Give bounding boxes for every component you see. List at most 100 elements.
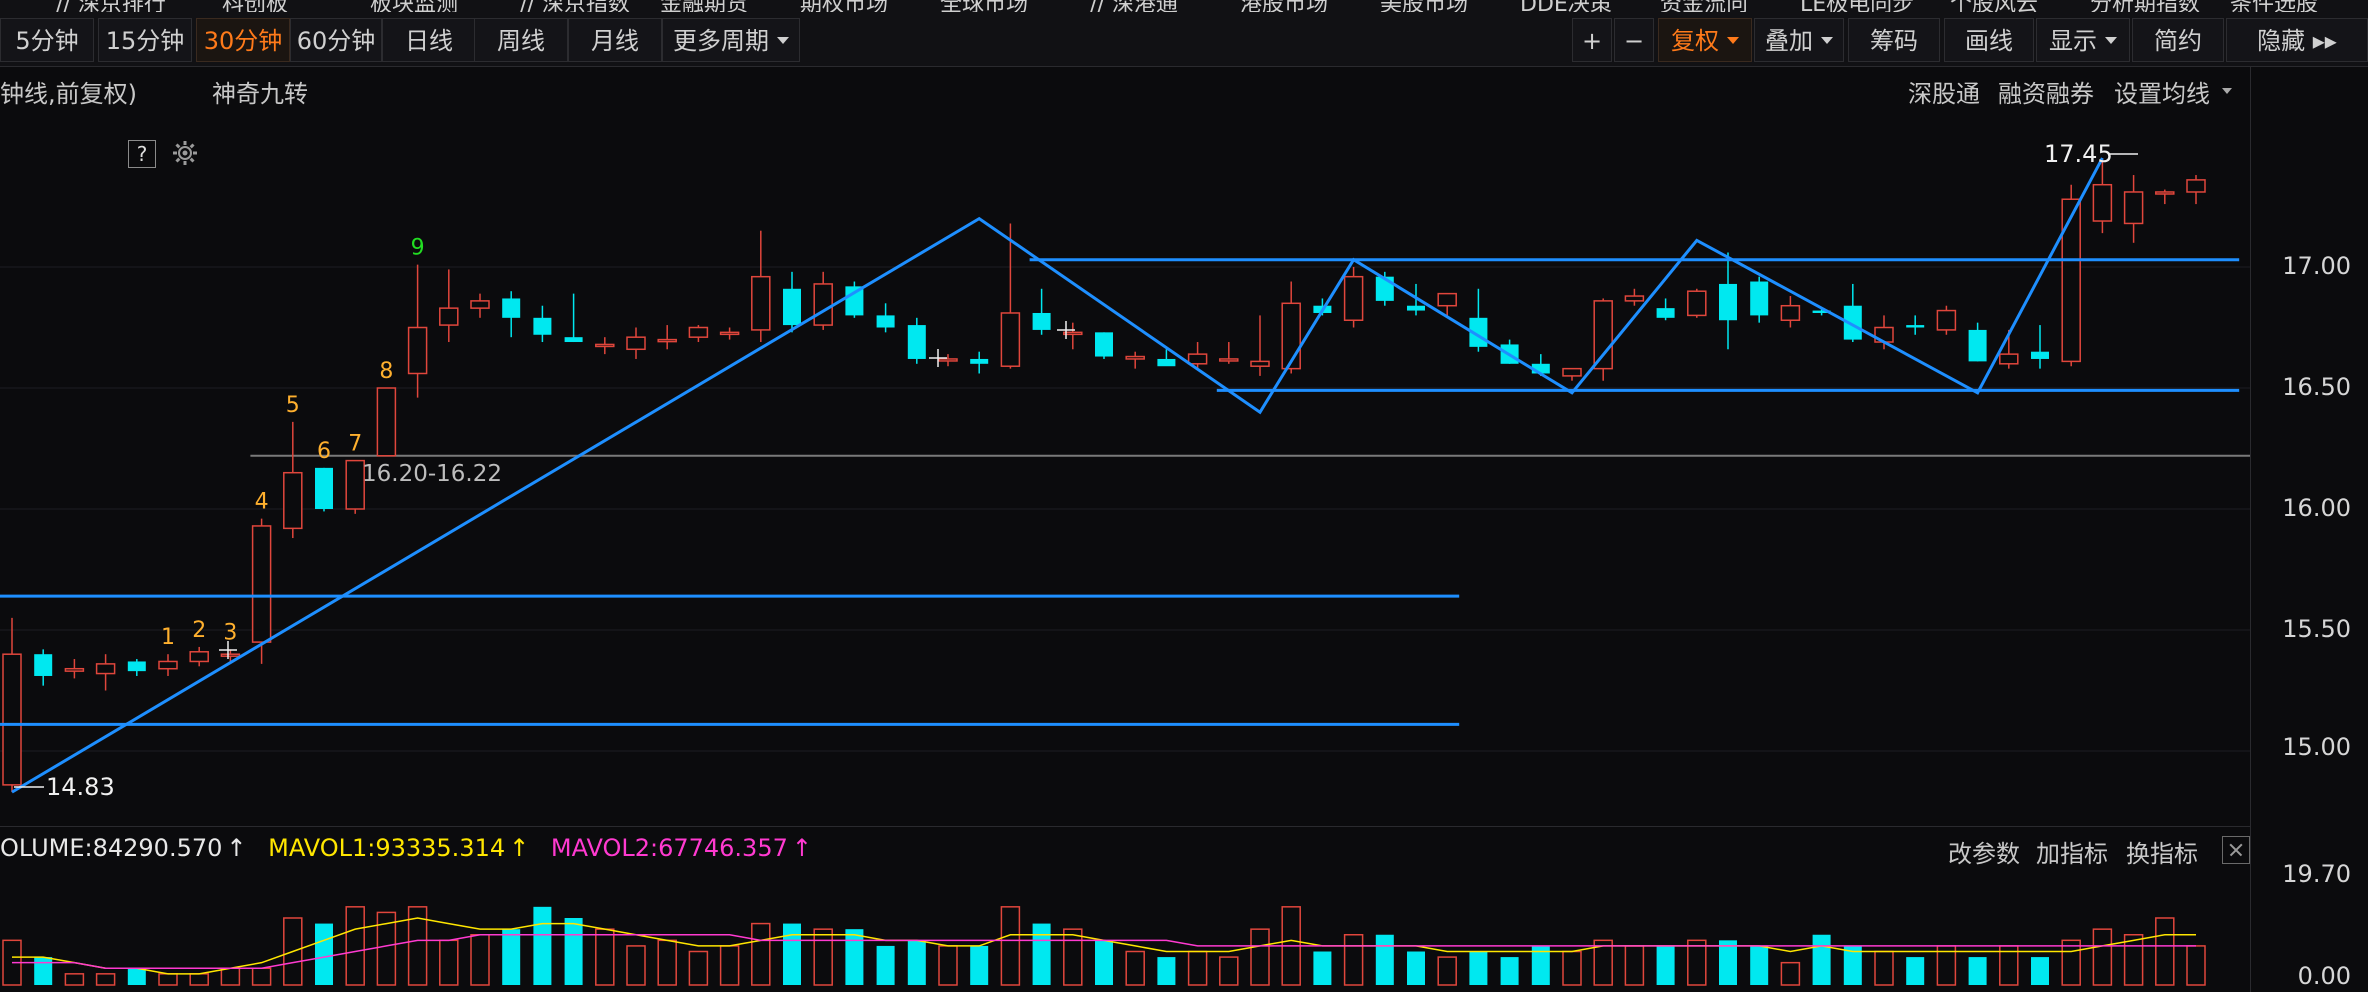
high-price-label: 17.45 — [2044, 140, 2113, 168]
price-label-16.5: 16.50 — [2282, 373, 2351, 401]
candle-down — [533, 317, 552, 335]
volume-bar-up — [1624, 945, 1645, 986]
volume-bar-up — [813, 928, 833, 986]
candle-up — [1687, 290, 1707, 317]
nine-turn-label: 3 — [223, 620, 237, 645]
price-axis: 17.00 16.50 16.00 15.50 15.00 19.70 0.00 — [2250, 66, 2368, 992]
volume-bar-down — [315, 923, 333, 985]
up-arrow-icon: ↑ — [791, 834, 812, 862]
volume-bar-down — [845, 929, 864, 985]
nine-turn-label: 6 — [317, 439, 331, 464]
candle-down — [1032, 312, 1051, 330]
volume-bar-down — [1375, 934, 1394, 985]
add-indicator-button[interactable]: 加指标 — [2036, 834, 2108, 869]
volume-bar-up — [1687, 939, 1707, 986]
volume-bar-down — [1095, 940, 1113, 985]
volume-bar-down — [1157, 957, 1176, 985]
volume-bar-up — [719, 945, 740, 986]
candle-down — [502, 298, 521, 318]
volume-bar-down — [1032, 923, 1051, 985]
candle-up — [283, 471, 303, 530]
candle-up — [220, 653, 241, 657]
candle-down — [1750, 281, 1769, 316]
candle-up — [1999, 353, 2019, 365]
candle-down — [1656, 308, 1675, 318]
nine-turn-label: 8 — [379, 359, 393, 384]
candle-up — [95, 663, 116, 675]
up-arrow-icon: ↑ — [226, 834, 247, 862]
candle-down — [1968, 329, 1987, 362]
candle-down — [2031, 351, 2049, 359]
volume-bar-up — [688, 950, 709, 986]
vol-axis-bottom: 0.00 — [2297, 962, 2351, 990]
volume-bar-up — [1437, 956, 1457, 986]
nine-turn-label: 2 — [192, 618, 206, 643]
candle-down — [1407, 305, 1425, 311]
candle-up — [189, 651, 209, 663]
candle-down — [127, 661, 146, 672]
candle-up — [2061, 198, 2081, 363]
price-label-15.5: 15.50 — [2282, 615, 2351, 643]
volume-bar-down — [1407, 951, 1425, 985]
candle-up — [751, 275, 771, 331]
volume-bar-down — [1906, 957, 1925, 985]
switch-indicator-button[interactable]: 换指标 — [2126, 834, 2198, 869]
candle-up — [1562, 367, 1582, 377]
volume-bar-up — [1780, 961, 1801, 986]
candle-up — [1593, 300, 1613, 370]
candle-up — [376, 387, 397, 457]
nine-turn-label: 7 — [348, 432, 362, 457]
close-icon[interactable] — [2222, 836, 2250, 864]
volume-bar-up — [345, 906, 365, 986]
volume-bar-down — [502, 929, 521, 985]
candle-up — [1250, 360, 1270, 367]
range-label: 16.20-16.22 — [362, 461, 502, 487]
candle-up — [2186, 179, 2206, 193]
candle-up — [719, 331, 740, 336]
volume-bar-up — [2155, 917, 2175, 986]
nine-turn-label: 1 — [161, 625, 175, 650]
candle-up — [439, 307, 459, 326]
volume-legend: OLUME:84290.570 ↑ MAVOL1:93335.314 ↑ MAVOL… — [0, 834, 812, 862]
price-label-17: 17.00 — [2282, 252, 2351, 280]
price-label-15: 15.00 — [2282, 733, 2351, 761]
volume-bar-up — [2186, 945, 2206, 986]
candle-down — [564, 337, 583, 343]
volume-bar-up — [1250, 928, 1270, 986]
volume-bar-up — [64, 973, 85, 986]
candle-up — [626, 336, 646, 351]
candle-up — [813, 283, 833, 326]
volume-bar-down — [1719, 940, 1737, 985]
candle-up — [1936, 309, 1957, 331]
candle-up — [1187, 353, 1208, 365]
volume-bar-down — [533, 906, 552, 985]
volume-bar-up — [2061, 939, 2081, 986]
volume-bar-up — [2123, 933, 2144, 986]
edit-params-button[interactable]: 改参数 — [1948, 834, 2020, 869]
candle-down — [1906, 325, 1925, 328]
volume-value: OLUME:84290.570 — [0, 834, 223, 862]
candle-up — [1125, 355, 1145, 360]
volume-bar-down — [1968, 957, 1987, 985]
volume-bar-down — [907, 940, 926, 985]
volume-bar-up — [95, 973, 116, 986]
vol-axis-top: 19.70 — [2282, 860, 2351, 888]
volume-bar-up — [595, 928, 615, 986]
volume-bar-up — [1874, 950, 1894, 986]
candle-up — [1343, 275, 1364, 321]
candle-up — [657, 338, 677, 343]
volume-bar-up — [751, 922, 771, 986]
candle-up — [1624, 295, 1645, 302]
volume-bar-down — [1812, 934, 1831, 985]
candle-up — [251, 525, 272, 643]
volume-bar-down — [127, 968, 146, 985]
candle-down — [1095, 332, 1113, 357]
volume-bar-up — [220, 967, 241, 986]
volume-bar-up — [626, 945, 646, 986]
nine-turn-label: 5 — [286, 393, 300, 418]
mavol2-value: MAVOL2:67746.357 — [550, 834, 788, 862]
volume-bar-up — [439, 939, 459, 986]
volume-bar-up — [1562, 950, 1582, 986]
candle-up — [938, 358, 958, 362]
candle-down — [970, 358, 989, 364]
